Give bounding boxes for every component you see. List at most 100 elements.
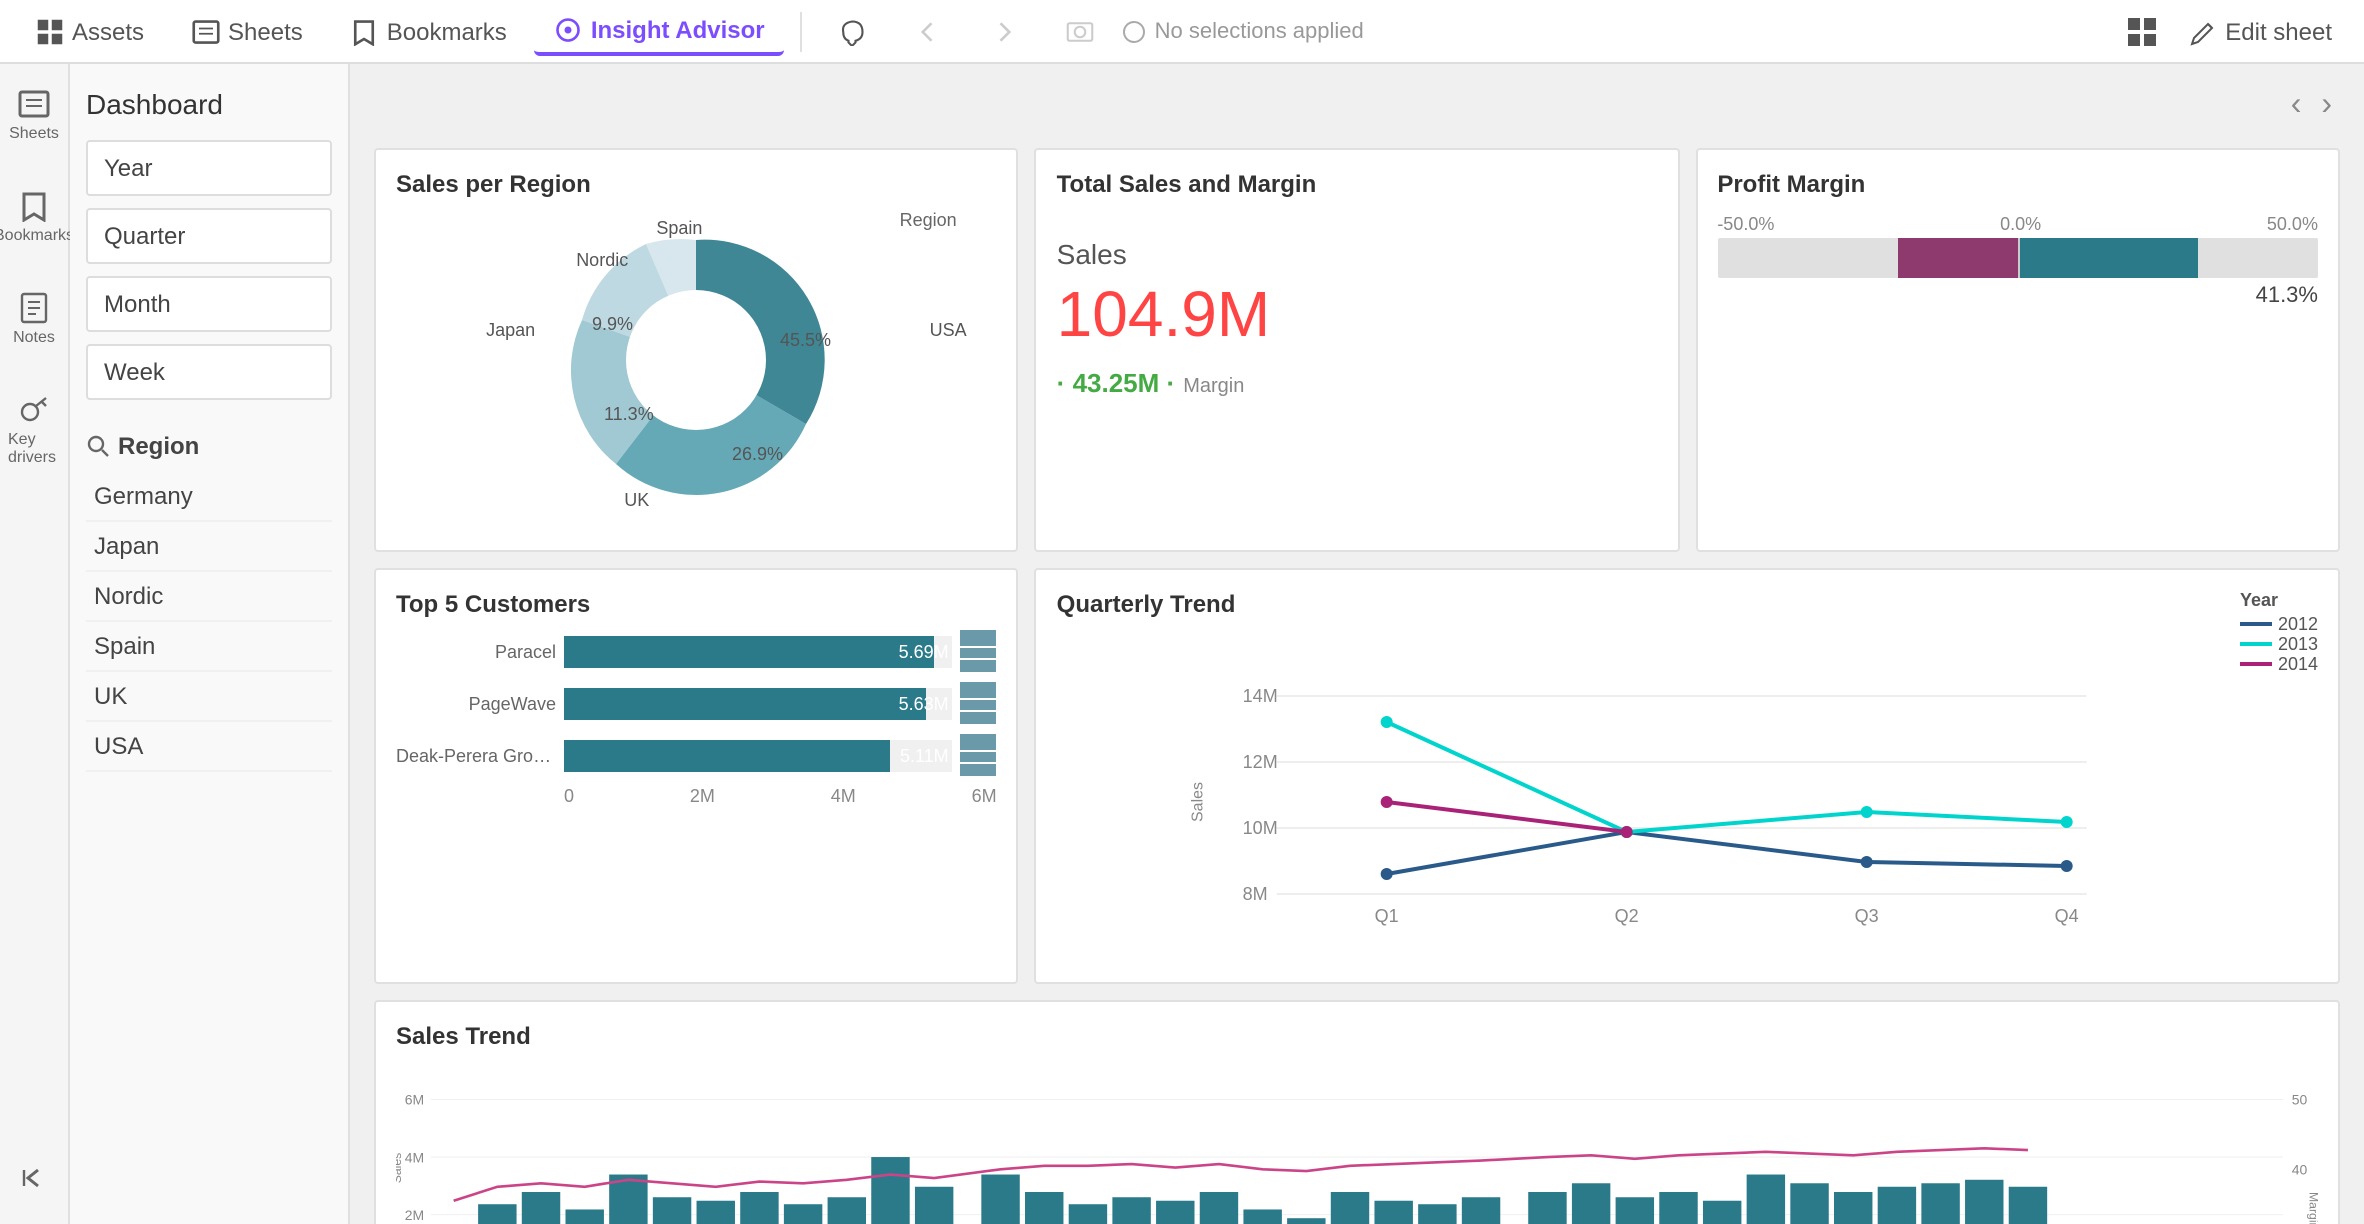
region-filter-section: Region Germany Japan Nordic Spain UK USA xyxy=(86,432,332,772)
filter-quarter[interactable]: Quarter xyxy=(86,208,332,264)
customer-bar-track-1: 5.63M xyxy=(564,687,953,719)
svg-text:6M: 6M xyxy=(405,1092,424,1108)
pencil-icon xyxy=(2189,17,2217,45)
collapse-icon xyxy=(18,1162,50,1194)
assets-label: Assets xyxy=(72,17,144,45)
svg-text:50: 50 xyxy=(2292,1092,2308,1108)
prev-sheet-btn[interactable]: ‹ xyxy=(2283,80,2310,132)
dashboard-title: Dashboard xyxy=(86,80,332,140)
customer-sparkline-2 xyxy=(961,734,997,776)
nav-divider xyxy=(801,11,803,51)
region-japan[interactable]: Japan xyxy=(86,522,332,572)
filter-year[interactable]: Year xyxy=(86,140,332,196)
assets-icon xyxy=(36,17,64,45)
bookmarks-icon xyxy=(351,17,379,45)
bookmarks-label: Bookmarks xyxy=(387,17,507,45)
no-selections: No selections applied xyxy=(1123,19,1364,43)
dashboard-header: ‹ › xyxy=(374,80,2340,132)
assets-nav[interactable]: Assets xyxy=(16,9,164,53)
region-uk[interactable]: UK xyxy=(86,672,332,722)
profit-bar-container: -50.0% 0.0% 50.0% 41.3% xyxy=(1717,214,2318,308)
left-sidebar: Sheets Bookmarks Notes Key drivers xyxy=(0,64,70,1224)
svg-text:8M: 8M xyxy=(1243,884,1268,904)
sidebar-collapse-btn[interactable] xyxy=(10,1154,58,1208)
legend-2012: 2012 xyxy=(2240,614,2318,634)
profit-center-marker xyxy=(2018,238,2020,278)
japan-label: Japan xyxy=(486,320,535,340)
selection-tool[interactable] xyxy=(819,9,887,53)
sidebar-sheets-icon xyxy=(18,88,50,120)
customer-row-2: Deak-Perera Group. 5.11M xyxy=(396,734,997,776)
region-germany[interactable]: Germany xyxy=(86,472,332,522)
dashboard-main: ‹ › Sales per Region Region xyxy=(350,64,2364,1224)
forward-icon xyxy=(991,17,1019,45)
sidebar-notes-icon xyxy=(18,292,50,324)
region-legend-label: Region xyxy=(900,210,957,230)
forward-tool[interactable] xyxy=(971,9,1039,53)
customers-title: Top 5 Customers xyxy=(396,590,997,618)
svg-text:4M: 4M xyxy=(405,1149,424,1165)
time-filters: Year Quarter Month Week xyxy=(86,140,332,400)
profit-bar-labels: -50.0% 0.0% 50.0% xyxy=(1717,214,2318,234)
grid-icon xyxy=(2125,15,2157,47)
snapshot-tool[interactable] xyxy=(1047,9,1115,53)
svg-text:45.5%: 45.5% xyxy=(780,330,831,350)
sidebar-sheets-label: Sheets xyxy=(9,124,59,142)
customer-name-0: Paracel xyxy=(396,641,556,661)
quarterly-svg: 14M 12M 10M 8M Sales Q1 Q2 xyxy=(1057,682,2318,942)
svg-text:Q2: Q2 xyxy=(1615,906,1639,926)
customer-value-0: 5.69M xyxy=(899,641,949,661)
top-nav: Assets Sheets Bookmarks Insight Advisor xyxy=(0,0,2364,64)
customer-value-1: 5.63M xyxy=(899,693,949,713)
svg-text:Q4: Q4 xyxy=(2055,906,2079,926)
sales-amount: 104.9M xyxy=(1057,278,1658,352)
customer-bar-fill-0 xyxy=(564,635,933,667)
region-nordic[interactable]: Nordic xyxy=(86,572,332,622)
lock-icon xyxy=(1123,19,1147,43)
customer-bar-track-0: 5.69M xyxy=(564,635,953,667)
sidebar-key-drivers-btn[interactable]: Key drivers xyxy=(0,386,68,474)
nordic-label: Nordic xyxy=(576,250,628,270)
filter-week[interactable]: Week xyxy=(86,344,332,400)
region-usa[interactable]: USA xyxy=(86,722,332,772)
grid-view-button[interactable] xyxy=(2117,7,2165,55)
svg-text:Sales: Sales xyxy=(1190,782,1207,822)
sidebar-sheets-btn[interactable]: Sheets xyxy=(1,80,67,150)
customer-bar-fill-2 xyxy=(564,739,890,771)
sales-trend-card: Sales Trend 6M 4M 2M 0 50 40 30 Sales xyxy=(374,1000,2340,1224)
quarterly-legend: Year 2012 2013 2014 xyxy=(2240,590,2318,674)
customer-value-2: 5.11M xyxy=(900,745,949,765)
key-drivers-icon xyxy=(18,394,50,426)
profit-positive-fill xyxy=(2018,238,2198,278)
svg-text:Q1: Q1 xyxy=(1375,906,1399,926)
customer-name-2: Deak-Perera Group. xyxy=(396,745,556,765)
total-sales-title: Total Sales and Margin xyxy=(1057,170,1658,198)
insight-advisor-nav[interactable]: Insight Advisor xyxy=(535,7,785,55)
filter-month[interactable]: Month xyxy=(86,276,332,332)
margin-value: · 43.25M · xyxy=(1057,368,1176,398)
back-tool[interactable] xyxy=(895,9,963,53)
lasso-icon xyxy=(839,17,867,45)
region-spain[interactable]: Spain xyxy=(86,622,332,672)
sales-region-card: Sales per Region Region xyxy=(374,148,1019,552)
next-sheet-btn[interactable]: › xyxy=(2313,80,2340,132)
edit-sheet-label: Edit sheet xyxy=(2225,17,2332,45)
svg-text:Margin (%): Margin (%) xyxy=(2306,1192,2318,1224)
search-icon xyxy=(86,434,110,458)
bookmarks-nav[interactable]: Bookmarks xyxy=(331,9,527,53)
quarterly-title: Quarterly Trend xyxy=(1057,590,1236,618)
svg-text:40: 40 xyxy=(2292,1162,2308,1178)
customer-name-1: PageWave xyxy=(396,693,556,713)
back-icon xyxy=(915,17,943,45)
sidebar-bookmarks-icon xyxy=(18,190,50,222)
customer-bar-fill-1 xyxy=(564,687,925,719)
edit-sheet-button[interactable]: Edit sheet xyxy=(2173,9,2348,53)
nav-arrows: ‹ › xyxy=(2283,80,2340,132)
sheets-nav[interactable]: Sheets xyxy=(172,9,323,53)
filter-panel: Dashboard Year Quarter Month Week Region… xyxy=(70,64,350,1224)
legend-2013: 2013 xyxy=(2240,634,2318,654)
sales-label: Sales xyxy=(1057,238,1658,270)
sidebar-bookmarks-label: Bookmarks xyxy=(0,226,74,244)
sidebar-notes-btn[interactable]: Notes xyxy=(5,284,63,354)
margin-row: · 43.25M · Margin xyxy=(1057,368,1658,398)
